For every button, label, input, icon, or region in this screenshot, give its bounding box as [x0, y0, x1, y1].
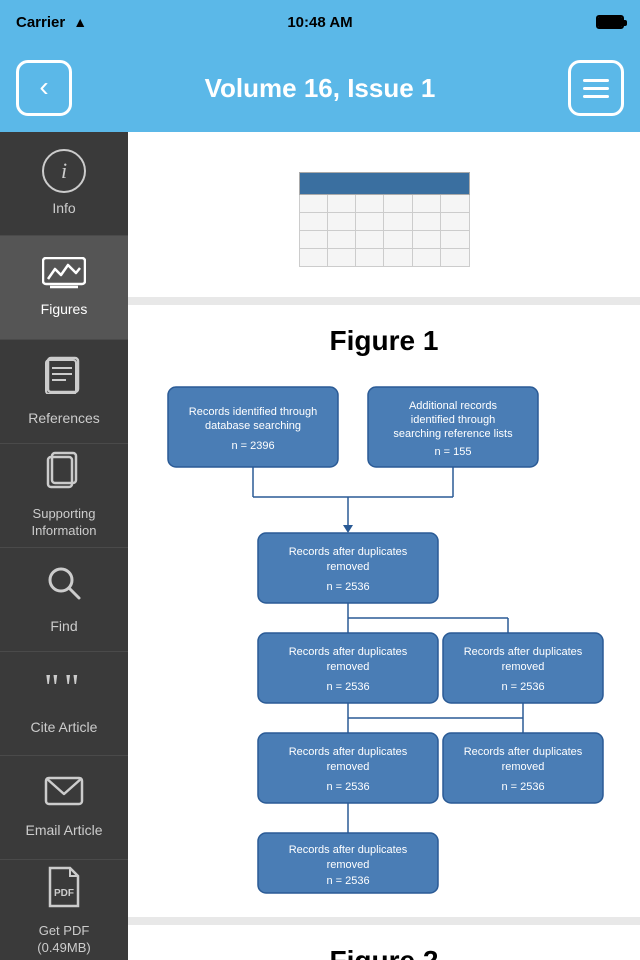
supporting-icon: [44, 451, 84, 500]
wifi-icon: ▲: [73, 14, 87, 30]
svg-text:n = 2536: n = 2536: [326, 581, 369, 593]
main-layout: i Info Figures: [0, 132, 640, 960]
svg-text:removed: removed: [327, 859, 370, 871]
references-icon: [44, 356, 84, 403]
find-icon: [45, 564, 83, 611]
table-thumbnail: [148, 152, 620, 277]
svg-text:Records after duplicates: Records after duplicates: [289, 746, 408, 758]
info-label: Info: [52, 199, 75, 217]
figure2-title: Figure 2: [148, 945, 620, 960]
cite-icon: " ": [42, 670, 86, 712]
figure2-section: Figure 2 ⟵: [128, 925, 640, 960]
figure1-flowchart: Records identified through database sear…: [148, 377, 638, 897]
figure1-section: Figure 1 Records identified through data…: [128, 305, 640, 917]
back-button[interactable]: ‹: [16, 60, 72, 116]
svg-text:n = 2536: n = 2536: [501, 781, 544, 793]
svg-text:Additional records: Additional records: [409, 400, 498, 412]
svg-text:removed: removed: [502, 761, 545, 773]
menu-button[interactable]: [568, 60, 624, 116]
svg-text:": ": [64, 670, 80, 706]
svg-text:removed: removed: [502, 661, 545, 673]
pdf-icon: PDF: [46, 866, 82, 917]
svg-text:Records after duplicates: Records after duplicates: [289, 646, 408, 658]
status-right: [596, 15, 624, 29]
sidebar-item-info[interactable]: i Info: [0, 132, 128, 236]
svg-text:n = 2536: n = 2536: [501, 681, 544, 693]
battery-icon: [596, 15, 624, 29]
svg-text:database searching: database searching: [205, 420, 301, 432]
content-area[interactable]: Figure 1 Records identified through data…: [128, 132, 640, 960]
sidebar-item-find[interactable]: Find: [0, 548, 128, 652]
pdf-label: Get PDF (0.49MB): [37, 923, 90, 957]
sidebar: i Info Figures: [0, 132, 128, 960]
status-left: Carrier ▲: [16, 14, 87, 31]
svg-text:removed: removed: [327, 761, 370, 773]
svg-text:Records after duplicates: Records after duplicates: [464, 646, 583, 658]
sidebar-item-pdf[interactable]: PDF Get PDF (0.49MB): [0, 860, 128, 960]
email-icon: [44, 776, 84, 815]
menu-icon-line3: [583, 95, 609, 98]
figure1-title: Figure 1: [148, 325, 620, 357]
svg-text:removed: removed: [327, 661, 370, 673]
back-icon: ‹: [39, 73, 48, 101]
table-section: [128, 132, 640, 297]
svg-text:Records after duplicates: Records after duplicates: [289, 844, 408, 856]
sidebar-item-references[interactable]: References: [0, 340, 128, 444]
sidebar-item-supporting[interactable]: Supporting Information: [0, 444, 128, 548]
svg-text:n = 2536: n = 2536: [326, 875, 369, 887]
menu-icon-line2: [583, 87, 609, 90]
sidebar-item-figures[interactable]: Figures: [0, 236, 128, 340]
svg-text:n = 155: n = 155: [434, 446, 471, 458]
info-icon: i: [42, 149, 86, 193]
svg-text:": ": [44, 670, 60, 706]
sidebar-item-cite[interactable]: " " Cite Article: [0, 652, 128, 756]
svg-text:n = 2536: n = 2536: [326, 681, 369, 693]
figures-label: Figures: [41, 300, 88, 318]
figures-icon: [42, 257, 86, 294]
email-label: Email Article: [25, 821, 102, 839]
nav-bar: ‹ Volume 16, Issue 1: [0, 44, 640, 132]
svg-text:searching reference lists: searching reference lists: [393, 428, 513, 440]
cite-label: Cite Article: [31, 718, 98, 736]
find-label: Find: [50, 617, 77, 635]
svg-text:removed: removed: [327, 561, 370, 573]
status-time: 10:48 AM: [287, 14, 352, 31]
svg-text:Records after duplicates: Records after duplicates: [289, 546, 408, 558]
menu-icon-line1: [583, 79, 609, 82]
sidebar-item-email[interactable]: Email Article: [0, 756, 128, 860]
svg-text:identified through: identified through: [411, 414, 495, 426]
svg-text:PDF: PDF: [54, 888, 74, 899]
references-label: References: [28, 409, 100, 427]
nav-title: Volume 16, Issue 1: [205, 73, 436, 104]
svg-text:Records identified through: Records identified through: [189, 406, 317, 418]
svg-text:n = 2396: n = 2396: [231, 440, 274, 452]
status-bar: Carrier ▲ 10:48 AM: [0, 0, 640, 44]
svg-text:n = 2536: n = 2536: [326, 781, 369, 793]
carrier-label: Carrier: [16, 14, 65, 31]
mini-table: [299, 172, 470, 267]
supporting-label: Supporting Information: [31, 506, 96, 540]
svg-text:Records after duplicates: Records after duplicates: [464, 746, 583, 758]
